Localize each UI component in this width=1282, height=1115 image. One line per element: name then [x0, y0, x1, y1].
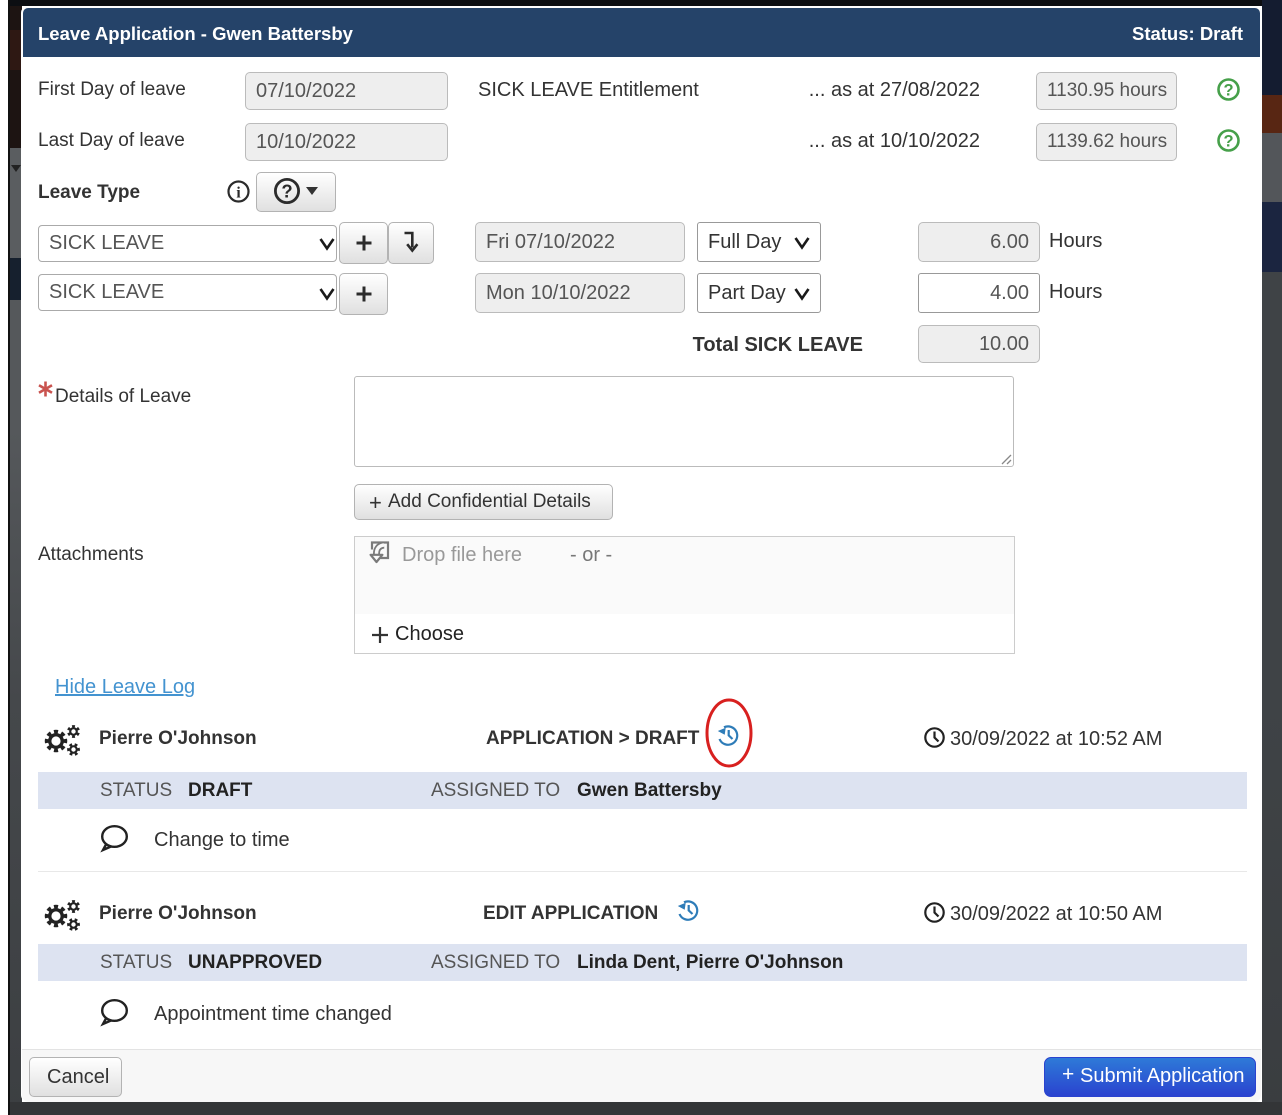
svg-text:?: ?	[281, 181, 292, 202]
svg-text:?: ?	[1223, 133, 1233, 151]
svg-text:?: ?	[1223, 82, 1233, 100]
svg-text:i: i	[236, 185, 241, 202]
